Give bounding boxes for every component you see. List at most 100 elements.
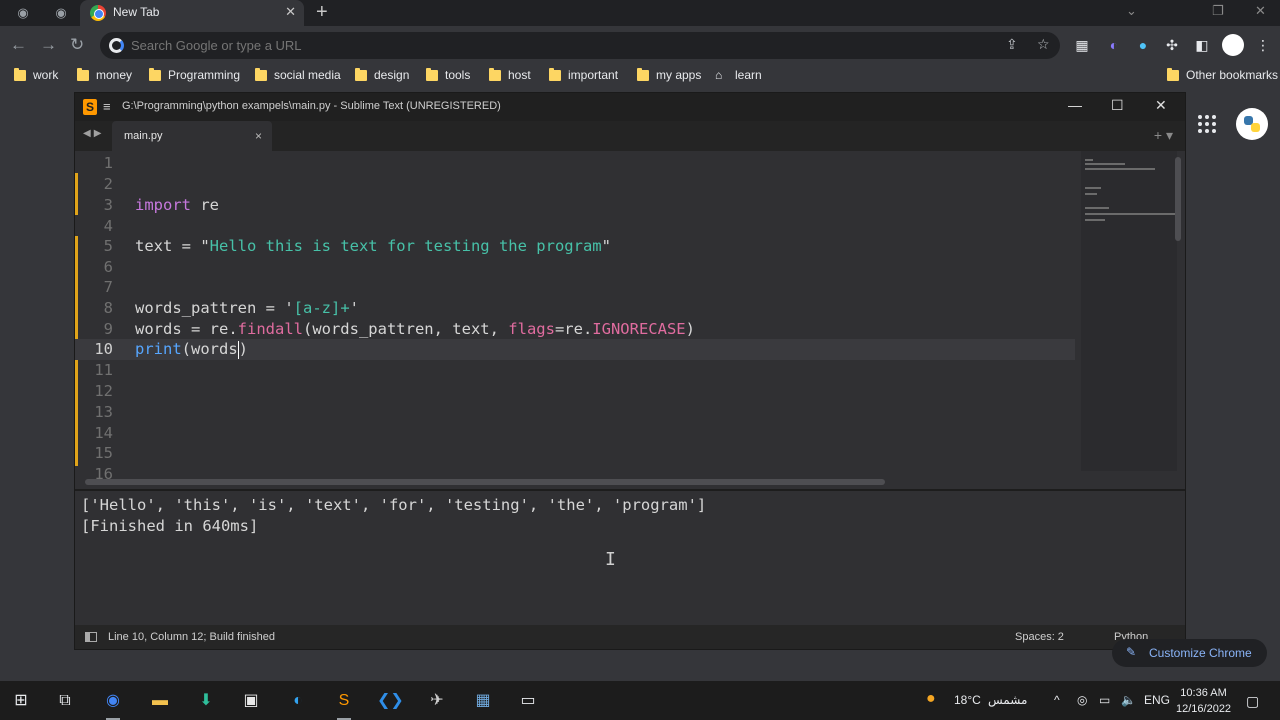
vertical-scrollbar[interactable] — [1175, 157, 1181, 241]
other-bookmarks[interactable]: Other bookmarks — [1167, 67, 1278, 83]
bookmark-item[interactable]: host — [489, 67, 531, 83]
folder-icon — [77, 67, 89, 81]
bookmark-item[interactable]: my apps — [637, 67, 701, 83]
line-number: 12 — [94, 382, 113, 400]
minimize-icon[interactable]: — — [1068, 97, 1082, 113]
panel-toggle-icon[interactable] — [85, 632, 97, 642]
customize-label: Customize Chrome — [1149, 646, 1252, 660]
minimap[interactable] — [1081, 151, 1177, 471]
close-tab-icon[interactable]: × — [255, 129, 262, 143]
browser-tab-title: New Tab — [113, 5, 160, 19]
vscode-icon[interactable]: ❮❯ — [377, 688, 404, 714]
horizontal-scrollbar[interactable] — [85, 479, 885, 485]
line-number: 8 — [103, 299, 113, 317]
task-view-icon[interactable]: ⧉ — [52, 688, 78, 714]
hamburger-menu-icon[interactable]: ≡ — [103, 99, 111, 114]
sublime-window: S ≡ G:\Programming\python exampels\main.… — [75, 93, 1185, 649]
sublime-title-bar: S ≡ G:\Programming\python exampels\main.… — [75, 93, 1185, 121]
line-number: 4 — [103, 217, 113, 235]
file-explorer-icon[interactable]: ▬ — [147, 688, 173, 714]
code-editor[interactable]: 1 2 3 4 5 6 7 8 9 10 11 12 13 14 15 16 i… — [75, 151, 1185, 481]
app-icon[interactable]: ✈ — [424, 688, 450, 714]
terminal-icon[interactable]: ▭ — [515, 688, 541, 714]
bookmark-item[interactable]: money — [77, 67, 132, 83]
maximize-icon[interactable]: ☐ — [1111, 97, 1124, 114]
bookmark-item[interactable]: Programming — [149, 67, 240, 83]
weather-temp[interactable]: 18°C — [954, 693, 981, 707]
app-icon[interactable]: ⬇ — [193, 688, 219, 714]
browser-tab[interactable]: New Tab ✕ — [80, 0, 304, 26]
pencil-icon: ✎ — [1126, 645, 1137, 659]
more-icon[interactable]: ⋮ — [1254, 36, 1272, 54]
omnibox[interactable]: ⇪ ☆ — [100, 32, 1060, 59]
qr-icon[interactable]: ▦ — [1073, 36, 1091, 54]
restore-icon[interactable]: ❐ — [1212, 3, 1224, 19]
status-indentation[interactable]: Spaces: 2 — [1015, 631, 1064, 643]
sublime-taskbar-icon[interactable]: S — [331, 688, 357, 720]
bookmark-item[interactable]: social media — [255, 67, 341, 83]
code-line: words = re.findall(words_pattren, text, … — [135, 320, 695, 338]
extension-icon[interactable]: ◐ — [1105, 36, 1123, 54]
close-icon[interactable]: ✕ — [285, 4, 296, 20]
sublime-tab-bar: ◀▶ main.py × + ▾ — [75, 121, 1185, 151]
reload-icon[interactable]: ↻ — [70, 35, 84, 55]
output-line: ['Hello', 'this', 'is', 'text', 'for', '… — [81, 496, 707, 514]
folder-icon — [14, 67, 26, 81]
globe-icon[interactable]: ◉ — [52, 4, 70, 22]
chevron-down-icon[interactable]: ⌄ — [1126, 3, 1137, 19]
extension-icon[interactable]: ● — [1134, 36, 1152, 54]
omnibox-input[interactable] — [131, 36, 991, 55]
network-icon[interactable]: ▭ — [1099, 693, 1110, 707]
chevron-up-icon[interactable]: ^ — [1054, 693, 1060, 707]
folder-icon — [549, 67, 561, 81]
line-number: 3 — [103, 196, 113, 214]
tab-controls-icon[interactable]: + ▾ — [1154, 127, 1173, 144]
bookmark-item[interactable]: design — [355, 67, 409, 83]
status-bar: Line 10, Column 12; Build finished Space… — [75, 625, 1185, 649]
customize-chrome-button[interactable]: ✎ Customize Chrome — [1112, 639, 1267, 667]
line-number: 2 — [103, 175, 113, 193]
bookmark-item[interactable]: work — [14, 67, 58, 83]
folder-icon — [255, 67, 267, 81]
code-line: print(words) — [135, 340, 249, 359]
forward-icon[interactable]: → — [40, 35, 57, 55]
google-icon — [109, 38, 124, 53]
browser-tab-strip: ◉ ◉ New Tab ✕ + ⌄ ❐ ✕ — [0, 0, 1280, 26]
edge-icon[interactable]: ◐ — [285, 688, 311, 714]
code-line: words_pattren = '[a-z]+' — [135, 299, 359, 317]
puzzle-icon[interactable]: ✣ — [1163, 36, 1181, 54]
share-icon[interactable]: ⇪ — [1006, 36, 1018, 53]
globe-icon[interactable]: ◉ — [14, 4, 32, 22]
clock[interactable]: 10:36 AM 12/16/2022 — [1176, 685, 1231, 717]
tab-main-py[interactable]: main.py × — [112, 121, 272, 151]
tab-label: main.py — [124, 130, 163, 142]
bookmark-item[interactable]: tools — [426, 67, 470, 83]
line-number: 11 — [94, 361, 113, 379]
apps-grid-icon[interactable] — [1198, 115, 1216, 133]
volume-icon[interactable]: 🔈 — [1121, 693, 1136, 707]
app-icon[interactable]: ▣ — [238, 688, 264, 714]
side-panel-icon[interactable]: ◧ — [1193, 36, 1211, 54]
back-icon[interactable]: ← — [10, 35, 27, 55]
chrome-icon — [90, 5, 106, 21]
python-avatar-icon[interactable] — [1236, 108, 1268, 140]
calculator-icon[interactable]: ▦ — [470, 688, 496, 714]
weather-text[interactable]: مشمس — [988, 693, 1027, 707]
bookmark-item[interactable]: ⌂ learn — [715, 67, 762, 83]
line-number: 1 — [103, 154, 113, 172]
mic-icon[interactable]: ◎ — [1077, 693, 1087, 707]
windows-start-icon[interactable]: ⊞ — [8, 688, 34, 714]
chrome-taskbar-icon[interactable]: ◉ — [100, 688, 126, 720]
notifications-icon[interactable]: ▢ — [1246, 693, 1259, 710]
profile-avatar[interactable] — [1222, 34, 1244, 56]
star-icon[interactable]: ☆ — [1037, 36, 1050, 53]
new-tab-button[interactable]: + — [316, 1, 328, 24]
tab-scroll-arrows-icon[interactable]: ◀▶ — [83, 128, 104, 139]
language-indicator[interactable]: ENG — [1144, 693, 1170, 707]
close-icon[interactable]: ✕ — [1155, 97, 1167, 114]
home-icon: ⌂ — [715, 68, 723, 82]
line-number: 13 — [94, 403, 113, 421]
build-output-panel[interactable]: ['Hello', 'this', 'is', 'text', 'for', '… — [75, 489, 1185, 623]
close-window-icon[interactable]: ✕ — [1255, 3, 1266, 19]
bookmark-item[interactable]: important — [549, 67, 618, 83]
